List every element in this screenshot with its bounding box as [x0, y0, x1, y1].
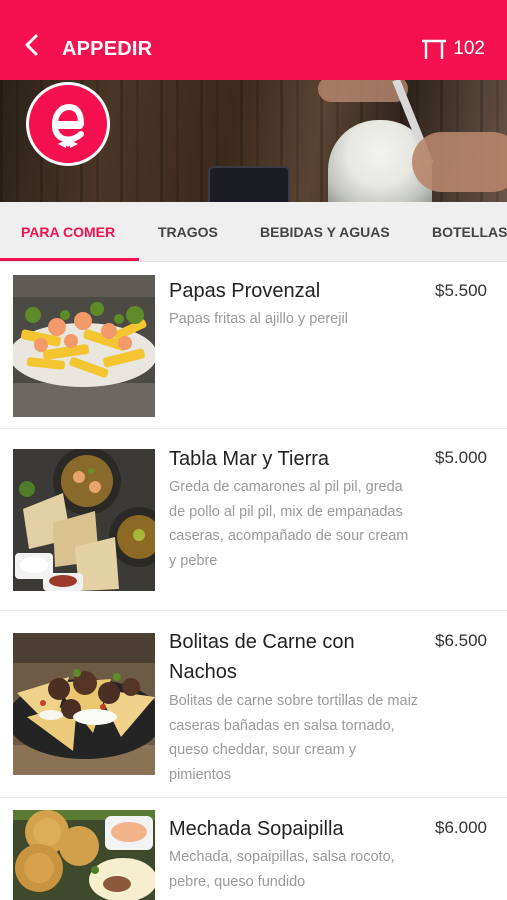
menu-item[interactable]: Papas Provenzal Papas fritas al ajillo y… [0, 262, 507, 429]
menu-item-description: Mechada, sopaipillas, salsa rocoto, pebr… [169, 849, 395, 890]
app-title: APPEDIR [62, 38, 153, 60]
tab-para-comer[interactable]: PARA COMER [21, 202, 115, 261]
back-button[interactable] [16, 30, 46, 60]
menu-item-image [13, 275, 155, 417]
menu-item-name: Bolitas de Carne con Nachos [169, 631, 355, 683]
menu-item-name: Papas Provenzal [169, 280, 321, 302]
chevron-left-icon [25, 34, 38, 56]
menu-item[interactable]: Bolitas de Carne con Nachos Bolitas de c… [0, 611, 507, 798]
table-number: 102 [453, 38, 485, 59]
menu-item-description: Bolitas de carne sobre tortillas de maiz… [169, 693, 419, 783]
menu-item-description: Greda de camarones al pil pil, greda de … [169, 479, 409, 569]
menu-item[interactable]: Tabla Mar y Tierra Greda de camarones al… [0, 429, 507, 611]
table-indicator[interactable]: 102 [422, 38, 485, 60]
menu-item-name: Mechada Sopaipilla [169, 818, 344, 840]
menu-item-name: Tabla Mar y Tierra [169, 448, 330, 470]
menu-item-image [13, 633, 155, 775]
tab-botellas[interactable]: BOTELLAS [432, 202, 507, 261]
app-header: APPEDIR 102 [0, 0, 507, 80]
restaurant-logo [26, 82, 110, 166]
tab-tragos[interactable]: TRAGOS [158, 202, 218, 261]
appedir-logo-icon [51, 104, 84, 148]
menu-item[interactable]: Mechada Sopaipilla Mechada, sopaipillas,… [0, 798, 507, 900]
menu-item-image [13, 810, 155, 900]
menu-item-image [13, 449, 155, 591]
table-icon [422, 39, 447, 59]
menu-item-price: $5.500 [435, 281, 487, 300]
menu-item-price: $6.000 [435, 818, 487, 837]
menu-item-price: $6.500 [435, 631, 487, 650]
category-tabs: PARA COMER TRAGOS BEBIDAS Y AGUAS BOTELL… [0, 202, 507, 262]
menu-item-description: Papas fritas al ajillo y perejil [169, 311, 348, 327]
tab-bebidas-y-aguas[interactable]: BEBIDAS Y AGUAS [260, 202, 390, 261]
menu-item-price: $5.000 [435, 448, 487, 467]
